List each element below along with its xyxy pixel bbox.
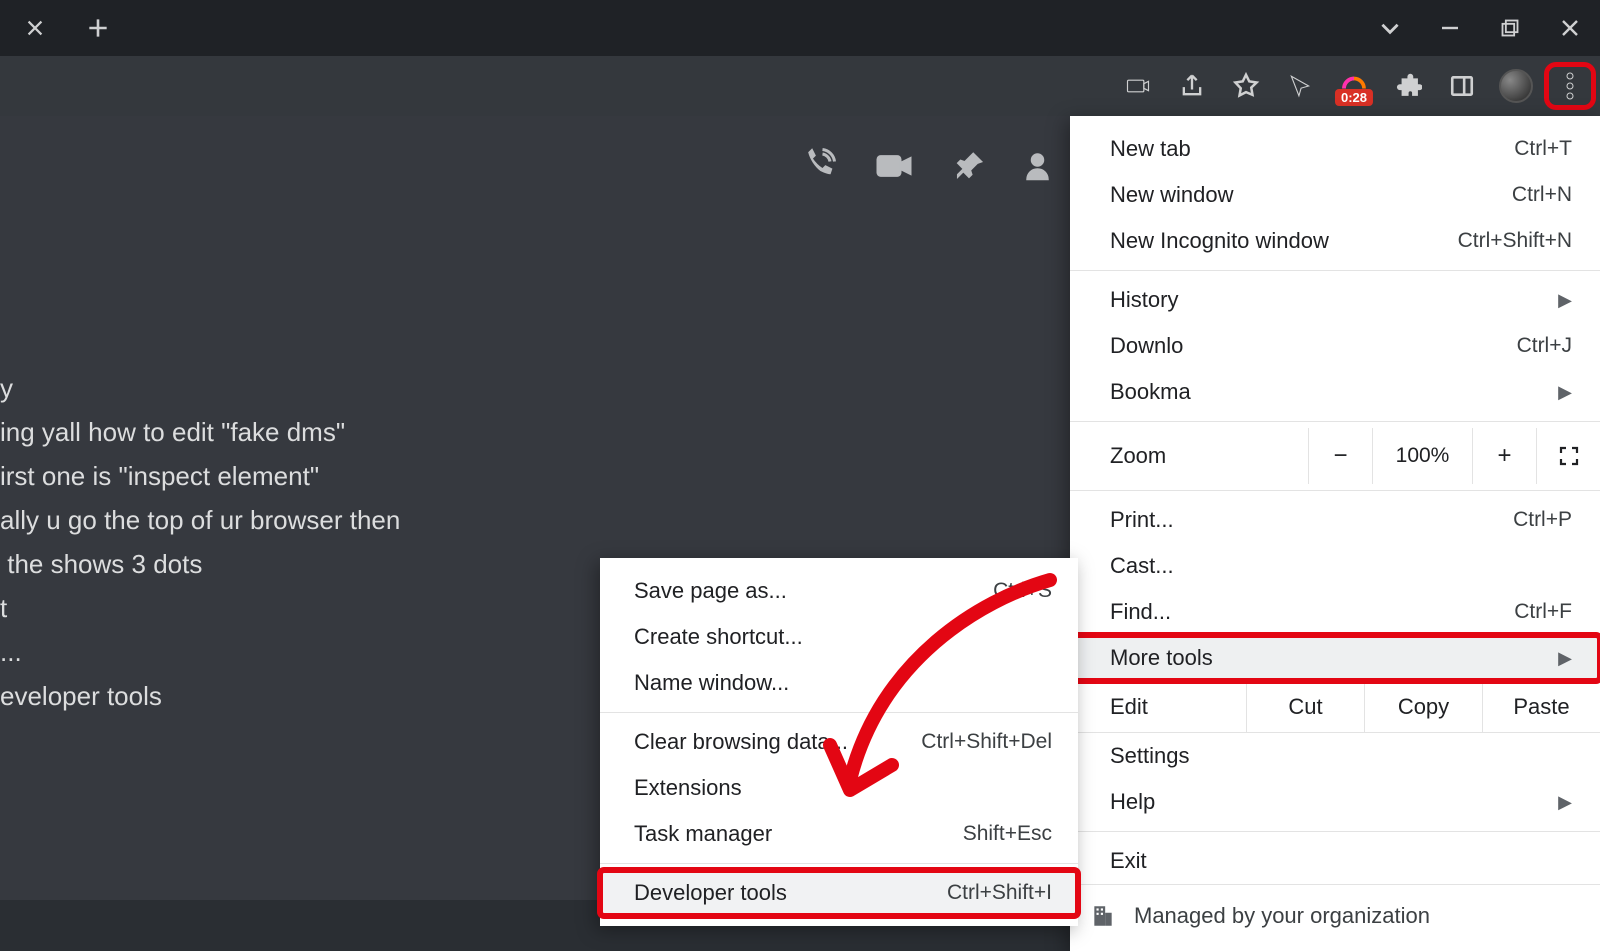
menu-history[interactable]: History▶ [1070,277,1600,323]
edit-copy[interactable]: Copy [1364,681,1482,733]
discord-header-icons [800,146,1060,186]
submenu-create-shortcut[interactable]: Create shortcut... [600,614,1078,660]
menu-find[interactable]: Find...Ctrl+F [1070,589,1600,635]
profile-avatar[interactable] [1490,62,1542,110]
menu-new-tab[interactable]: New tabCtrl+T [1070,126,1600,172]
submenu-task-manager[interactable]: Task managerShift+Esc [600,811,1078,857]
more-tools-submenu: Save page as...Ctrl+S Create shortcut...… [600,558,1078,926]
recording-extension-icon[interactable]: 0:28 [1328,62,1380,110]
managed-label: Managed by your organization [1134,903,1430,929]
add-friend-icon[interactable] [1024,148,1060,184]
menu-cast[interactable]: Cast... [1070,543,1600,589]
tab-close-button[interactable] [0,0,70,56]
menu-edit-row: Edit Cut Copy Paste [1070,681,1600,733]
menu-downloads[interactable]: DownloCtrl+J [1070,323,1600,369]
menu-help[interactable]: Help▶ [1070,779,1600,825]
menu-print[interactable]: Print...Ctrl+P [1070,497,1600,543]
window-minimize-button[interactable] [1420,0,1480,56]
cursor-extension-icon[interactable] [1274,62,1326,110]
building-icon [1090,903,1116,929]
menu-settings[interactable]: Settings [1070,733,1600,779]
menu-more-tools[interactable]: More tools▶ [1070,635,1600,681]
chrome-main-menu: New tabCtrl+T New windowCtrl+N New Incog… [1070,116,1600,951]
sidepanel-icon[interactable] [1436,62,1488,110]
edit-paste[interactable]: Paste [1482,681,1600,733]
chat-message: y ing yall how to edit "fake dms" irst o… [0,366,400,718]
menu-zoom-row: Zoom − 100% + [1070,428,1600,484]
window-maximize-button[interactable] [1480,0,1540,56]
menu-incognito[interactable]: New Incognito windowCtrl+Shift+N [1070,218,1600,264]
bookmark-star-icon[interactable] [1220,62,1272,110]
edit-cut[interactable]: Cut [1246,681,1364,733]
extensions-puzzle-icon[interactable] [1382,62,1434,110]
submenu-name-window[interactable]: Name window... [600,660,1078,706]
pin-icon[interactable] [952,149,986,183]
new-tab-button[interactable] [70,0,126,56]
menu-bookmarks[interactable]: Bookma▶ [1070,369,1600,415]
browser-toolbar: 0:28 [0,56,1600,116]
fullscreen-button[interactable] [1536,428,1600,484]
call-icon[interactable] [800,148,836,184]
share-icon[interactable] [1166,62,1218,110]
edit-label: Edit [1070,694,1246,720]
video-icon[interactable] [874,146,914,186]
tabs-dropdown-button[interactable] [1360,0,1420,56]
zoom-out-button[interactable]: − [1308,428,1372,484]
window-close-button[interactable] [1540,0,1600,56]
menu-new-window[interactable]: New windowCtrl+N [1070,172,1600,218]
zoom-value: 100% [1372,428,1472,484]
submenu-save-page[interactable]: Save page as...Ctrl+S [600,568,1078,614]
zoom-in-button[interactable]: + [1472,428,1536,484]
zoom-label: Zoom [1070,443,1308,469]
submenu-clear-data[interactable]: Clear browsing data...Ctrl+Shift+Del [600,719,1078,765]
submenu-extensions[interactable]: Extensions [600,765,1078,811]
browser-titlebar [0,0,1600,56]
camera-icon[interactable] [1112,62,1164,110]
menu-exit[interactable]: Exit [1070,838,1600,884]
menu-managed[interactable]: Managed by your organization [1070,884,1600,951]
submenu-developer-tools[interactable]: Developer toolsCtrl+Shift+I [600,870,1078,916]
chrome-menu-button[interactable] [1544,62,1596,110]
recording-badge: 0:28 [1335,89,1373,106]
